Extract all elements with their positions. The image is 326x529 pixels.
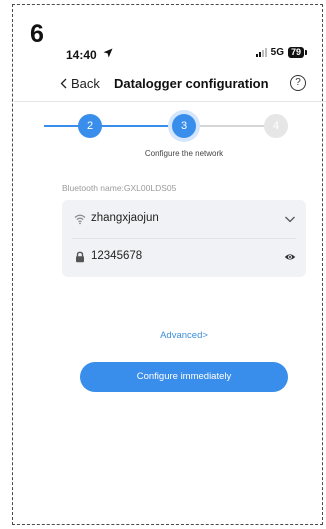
page-title: Datalogger configuration [114,76,269,91]
chevron-left-icon [60,78,67,89]
step-circle-done: 2 [78,114,102,138]
step-circle-current: 3 [172,114,196,138]
bluetooth-name-label: Bluetooth name:GXL00LDS05 [62,183,177,193]
password-value: 12345678 [91,250,143,262]
battery-icon: 79 [287,47,308,58]
back-button[interactable]: Back [60,76,100,91]
password-field[interactable]: 12345678 [62,238,306,276]
advanced-link[interactable]: Advanced> [160,330,208,341]
network-label: 5G [270,47,284,58]
nav-divider [14,101,326,102]
step-circle-pending: 4 [264,114,288,138]
eye-icon[interactable] [284,251,296,263]
nav-bar: Back Datalogger configuration ? [56,74,308,96]
step-caption: Configure the network [144,149,224,158]
help-icon[interactable]: ? [290,75,306,91]
network-form: zhangxjaojun 12345678 [62,200,306,277]
step-badge: 6 [30,20,44,48]
ssid-value: zhangxjaojun [91,212,159,224]
wifi-icon [74,214,86,225]
progress-stepper: 2 3 4 [44,110,306,142]
chevron-down-icon[interactable] [284,213,296,225]
lock-icon [76,251,84,263]
ssid-field[interactable]: zhangxjaojun [62,200,306,238]
configure-button[interactable]: Configure immediately [80,362,288,392]
back-label: Back [71,76,100,91]
location-arrow-icon [103,48,113,58]
status-time: 14:40 [66,48,97,62]
status-indicators: 5G 79 [255,47,308,58]
signal-icon [255,48,267,57]
